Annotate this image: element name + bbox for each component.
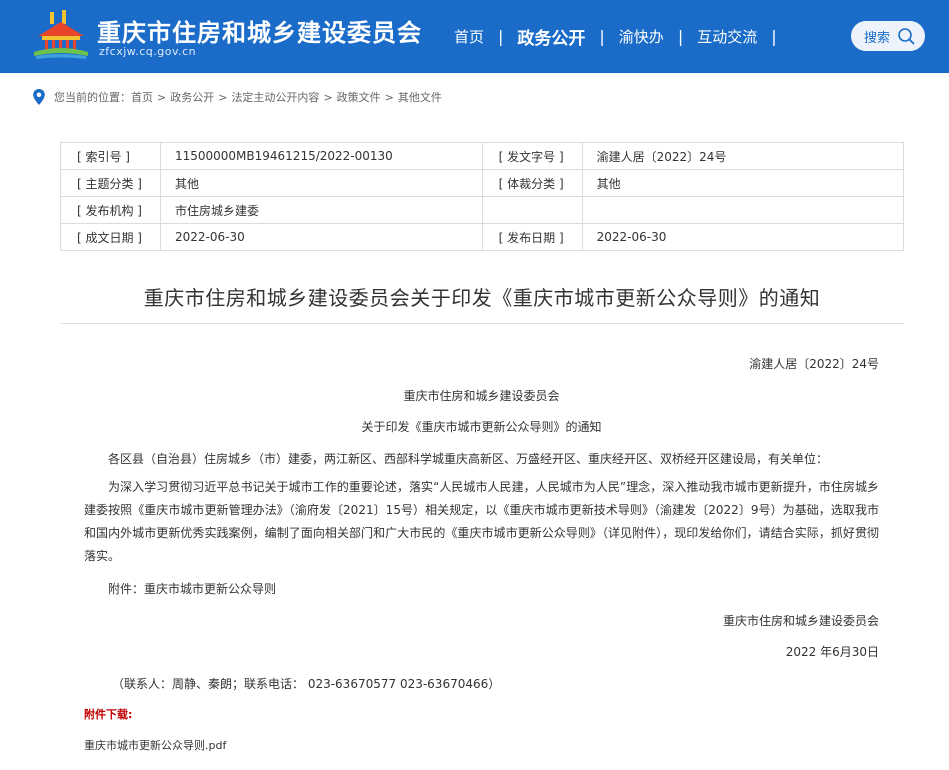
site-header: 重庆市住房和城乡建设委员会 zfcxjw.cq.gov.cn 首页 | 政务公开… [0, 0, 949, 73]
government-building-logo-icon[interactable] [32, 10, 90, 60]
breadcrumb-government-affairs[interactable]: 政务公开 [170, 89, 214, 105]
meta-value: 渝建人居〔2022〕24号 [581, 142, 905, 170]
meta-value: 市住房城乡建委 [159, 196, 483, 224]
meta-value [581, 196, 905, 224]
meta-value: 其他 [159, 169, 483, 197]
nav-home[interactable]: 首页 [440, 26, 498, 47]
meta-label: [ 发布机构 ] [60, 196, 161, 224]
document-meta-table: [ 索引号 ] 11500000MB19461215/2022-00130 [ … [60, 142, 905, 251]
meta-label: [ 索引号 ] [60, 142, 161, 170]
breadcrumb-home[interactable]: 首页 [131, 89, 153, 105]
location-pin-icon [33, 89, 45, 105]
subject-line: 关于印发《重庆市城市更新公众导则》的通知 [361, 420, 602, 434]
nav-separator: | [771, 26, 777, 46]
meta-row: [ 成文日期 ] 2022-06-30 [ 发布日期 ] 2022-06-30 [60, 223, 905, 251]
meta-label: [ 主题分类 ] [60, 169, 161, 197]
meta-label: [ 体裁分类 ] [481, 169, 583, 197]
breadcrumb-separator: > [384, 90, 394, 104]
document-date: 2022 年6月30日 [785, 645, 879, 659]
site-title[interactable]: 重庆市住房和城乡建设委员会 [97, 13, 422, 48]
meta-label: [ 成文日期 ] [60, 223, 161, 251]
main-nav: 首页 | 政务公开 | 渝快办 | 互动交流 | [440, 24, 777, 49]
meta-value: 11500000MB19461215/2022-00130 [159, 142, 483, 170]
meta-value: 2022-06-30 [159, 223, 483, 251]
breadcrumb-other-documents[interactable]: 其他文件 [398, 89, 442, 105]
breadcrumb-separator: > [218, 90, 228, 104]
breadcrumb-separator: > [323, 90, 333, 104]
body-paragraph: 为深入学习贯彻习近平总书记关于城市工作的重要论述，落实“人民城市人民建，人民城市… [84, 480, 879, 563]
meta-value: 其他 [581, 169, 905, 197]
meta-value: 2022-06-30 [581, 223, 905, 251]
document-number: 渝建人居〔2022〕24号 [749, 357, 879, 371]
attachment-file-link[interactable]: 重庆市城市更新公众导则.pdf [84, 737, 226, 753]
meta-label [481, 196, 583, 224]
signature: 重庆市住房和城乡建设委员会 [722, 614, 879, 628]
title-divider [60, 323, 904, 324]
breadcrumb-policy-documents[interactable]: 政策文件 [337, 89, 381, 105]
search-button-label: 搜索 [864, 30, 891, 46]
attachment-download-heading: 附件下载: [84, 708, 133, 721]
addressee: 各区县（自治县）住房城乡（市）建委，两江新区、西部科学城重庆高新区、万盛经开区、… [108, 452, 829, 466]
breadcrumb-separator: > [157, 90, 167, 104]
nav-interaction[interactable]: 互动交流 [683, 26, 771, 47]
meta-row: [ 主题分类 ] 其他 [ 体裁分类 ] 其他 [60, 169, 905, 197]
nav-yukuaiban[interactable]: 渝快办 [605, 26, 678, 47]
breadcrumb: 您当前的位置： 首页 > 政务公开 > 法定主动公开内容 > 政策文件 > 其他… [32, 87, 442, 107]
meta-label: [ 发布日期 ] [481, 223, 583, 251]
attachment-line: 附件：重庆市城市更新公众导则 [108, 582, 277, 596]
document-title: 重庆市住房和城乡建设委员会关于印发《重庆市城市更新公众导则》的通知 [143, 286, 821, 310]
search-icon [898, 28, 915, 45]
site-domain: zfcxjw.cq.gov.cn [99, 45, 197, 58]
breadcrumb-statutory-disclosure[interactable]: 法定主动公开内容 [231, 89, 319, 105]
contact-info: （联系人：周静、秦朗；联系电话： 023-63670577 023-636704… [112, 677, 501, 691]
meta-row: [ 索引号 ] 11500000MB19461215/2022-00130 [ … [60, 142, 905, 170]
nav-government-affairs[interactable]: 政务公开 [503, 24, 599, 49]
issuer-line: 重庆市住房和城乡建设委员会 [403, 389, 560, 403]
search-button[interactable]: 搜索 [851, 21, 925, 51]
meta-label: [ 发文字号 ] [481, 142, 583, 170]
meta-row: [ 发布机构 ] 市住房城乡建委 [60, 196, 905, 224]
breadcrumb-prefix: 您当前的位置： [54, 91, 131, 104]
